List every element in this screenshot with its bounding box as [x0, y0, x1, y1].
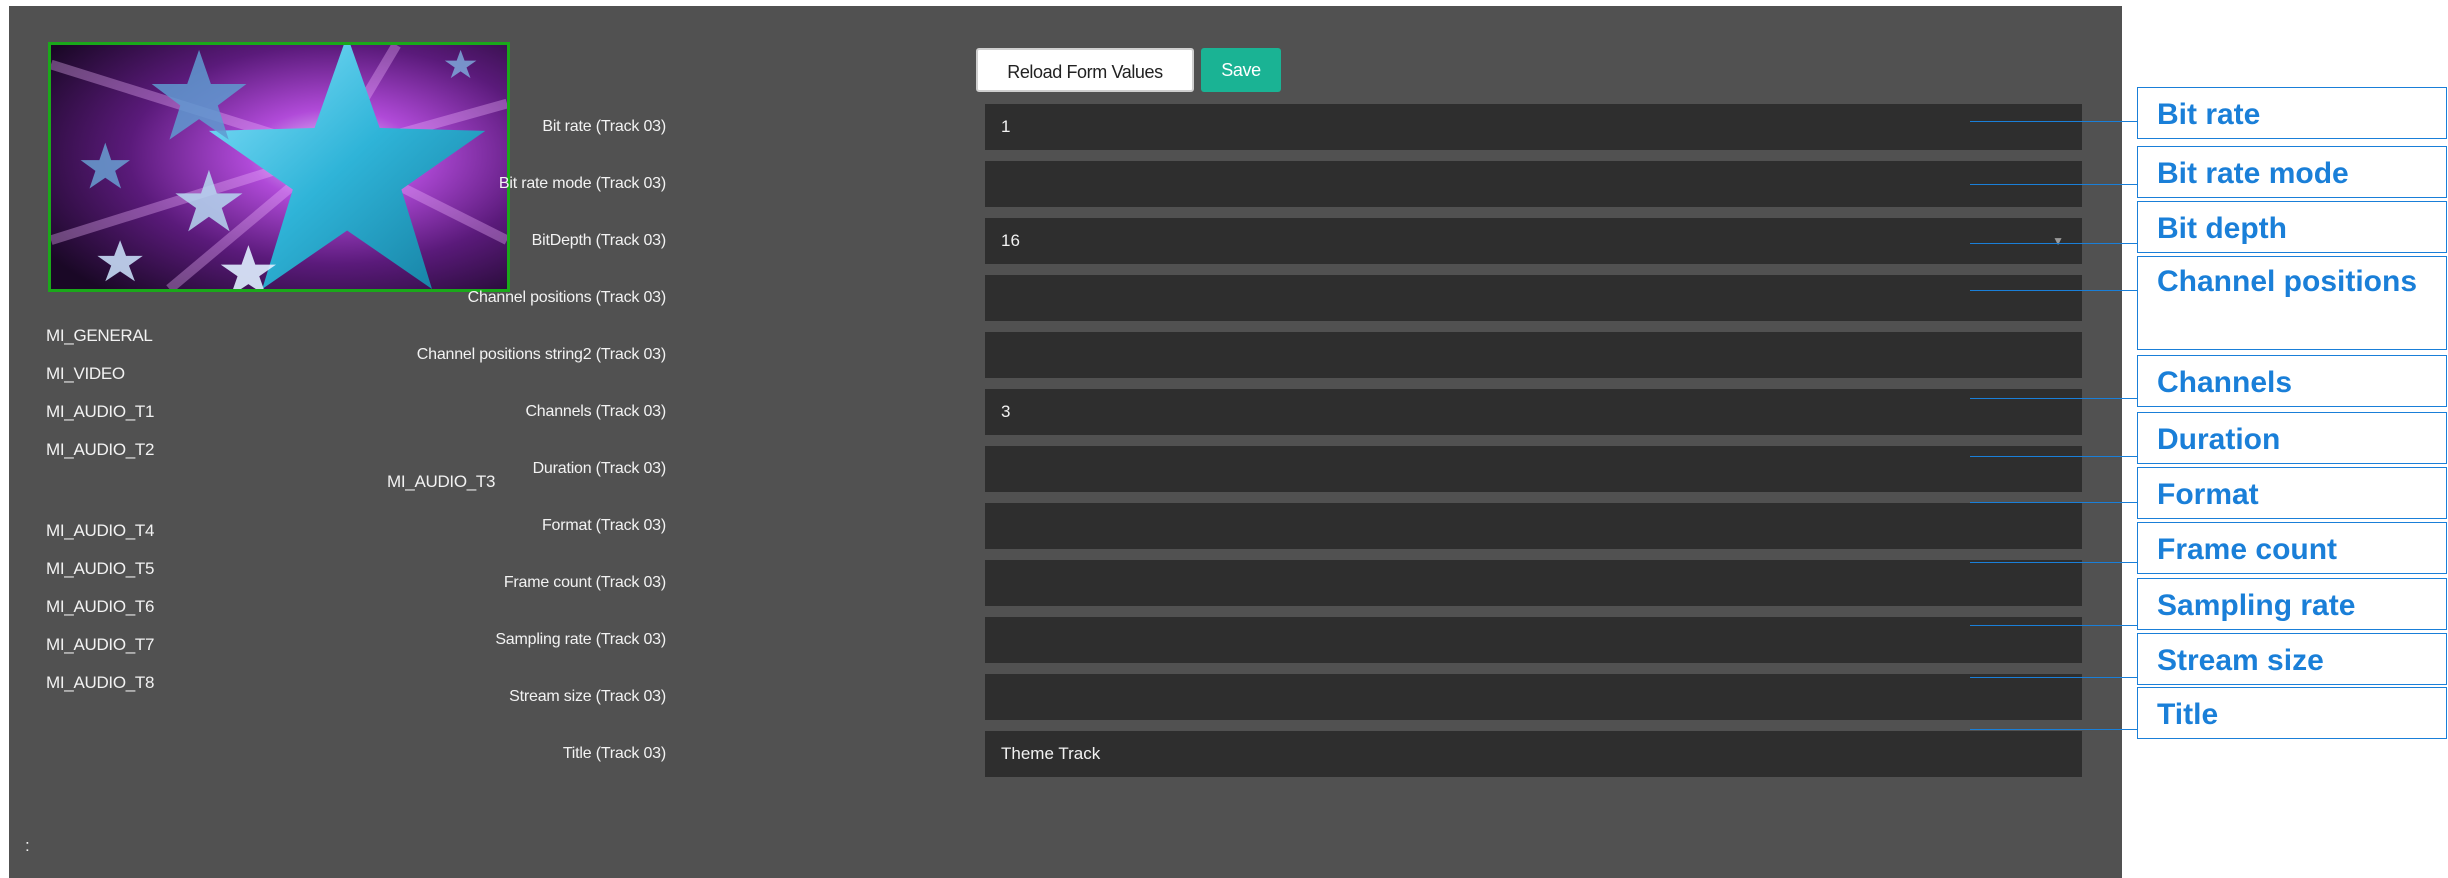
callout-leader-line — [1970, 456, 2137, 457]
nav-item-mi-audio-t1[interactable]: MI_AUDIO_T1 — [46, 402, 154, 422]
channels-value: 3 — [1001, 402, 1011, 421]
title-value: Theme Track — [1001, 744, 1101, 763]
channel-positions-label: Channel positions (Track 03) — [467, 289, 667, 306]
callout-format: Format — [2137, 467, 2447, 519]
nav-item-mi-audio-t2[interactable]: MI_AUDIO_T2 — [46, 440, 154, 460]
callout-leader-line — [1970, 290, 2137, 291]
callout-leader-line — [1970, 184, 2137, 185]
callout-frame-count: Frame count — [2137, 522, 2447, 574]
nav-item-mi-audio-t6[interactable]: MI_AUDIO_T6 — [46, 597, 154, 617]
bit-rate-label: Bit rate (Track 03) — [542, 118, 666, 135]
nav-item-mi-audio-t8[interactable]: MI_AUDIO_T8 — [46, 673, 154, 693]
callout-title: Title — [2137, 687, 2447, 739]
callout-duration: Duration — [2137, 412, 2447, 464]
nav-item-mi-video[interactable]: MI_VIDEO — [46, 364, 125, 384]
stars-thumbnail-image — [51, 45, 507, 289]
callout-leader-line — [1970, 398, 2137, 399]
frame-count-input[interactable] — [985, 560, 2082, 606]
nav-item-current[interactable]: MI_AUDIO_T3 — [387, 472, 495, 492]
channel-positions-string2-input[interactable] — [985, 332, 2082, 378]
channel-positions-input[interactable] — [985, 275, 2082, 321]
bit-rate-input[interactable]: 1 — [985, 104, 2082, 150]
nav-item-mi-audio-t5[interactable]: MI_AUDIO_T5 — [46, 559, 154, 579]
callout-sampling-rate: Sampling rate — [2137, 578, 2447, 630]
frame-count-label: Frame count (Track 03) — [503, 574, 666, 591]
footer-colon: : — [25, 836, 30, 855]
title-input[interactable]: Theme Track — [985, 731, 2082, 777]
nav-item-mi-audio-t7[interactable]: MI_AUDIO_T7 — [46, 635, 154, 655]
reload-form-values-button[interactable]: Reload Form Values — [976, 48, 1194, 92]
bit-rate-mode-label: Bit rate mode (Track 03) — [498, 175, 666, 192]
bitdepth-value: 16 — [1001, 231, 1020, 250]
bit-rate-value: 1 — [1001, 117, 1011, 136]
callout-bit-depth: Bit depth — [2137, 201, 2447, 253]
callout-leader-line — [1970, 677, 2137, 678]
bitdepth-select[interactable]: 16 ▼ — [985, 218, 2082, 264]
format-label: Format (Track 03) — [541, 517, 666, 534]
callout-leader-line — [1970, 121, 2137, 122]
bitdepth-label: BitDepth (Track 03) — [531, 232, 667, 249]
callout-bit-rate-mode: Bit rate mode — [2137, 146, 2447, 198]
callout-leader-line — [1970, 562, 2137, 563]
nav-item-mi-audio-t4[interactable]: MI_AUDIO_T4 — [46, 521, 154, 541]
callout-channels: Channels — [2137, 355, 2447, 407]
duration-input[interactable] — [985, 446, 2082, 492]
sampling-rate-label: Sampling rate (Track 03) — [495, 631, 666, 648]
stream-size-label: Stream size (Track 03) — [509, 688, 666, 705]
chevron-down-icon[interactable]: ▼ — [2052, 218, 2064, 264]
save-button[interactable]: Save — [1201, 48, 1281, 92]
callout-stream-size: Stream size — [2137, 633, 2447, 685]
channels-label: Channels (Track 03) — [525, 403, 666, 420]
sampling-rate-input[interactable] — [985, 617, 2082, 663]
callout-leader-line — [1970, 502, 2137, 503]
nav-item-mi-general[interactable]: MI_GENERAL — [46, 326, 153, 346]
stream-size-input[interactable] — [985, 674, 2082, 720]
app-panel: MI_GENERAL MI_VIDEO MI_AUDIO_T1 MI_AUDIO_T2… — [9, 6, 2122, 878]
title-label: Title (Track 03) — [562, 745, 666, 762]
format-input[interactable] — [985, 503, 2082, 549]
bit-rate-mode-input[interactable] — [985, 161, 2082, 207]
callout-channel-positions: Channel positions — [2137, 256, 2447, 350]
video-thumbnail — [48, 42, 510, 292]
callout-bit-rate: Bit rate — [2137, 87, 2447, 139]
duration-label: Duration (Track 03) — [532, 460, 667, 477]
channels-input[interactable]: 3 — [985, 389, 2082, 435]
callout-leader-line — [1970, 729, 2137, 730]
callout-leader-line — [1970, 243, 2137, 244]
callout-leader-line — [1970, 625, 2137, 626]
channel-positions-string2-label: Channel positions string2 (Track 03) — [416, 346, 666, 363]
